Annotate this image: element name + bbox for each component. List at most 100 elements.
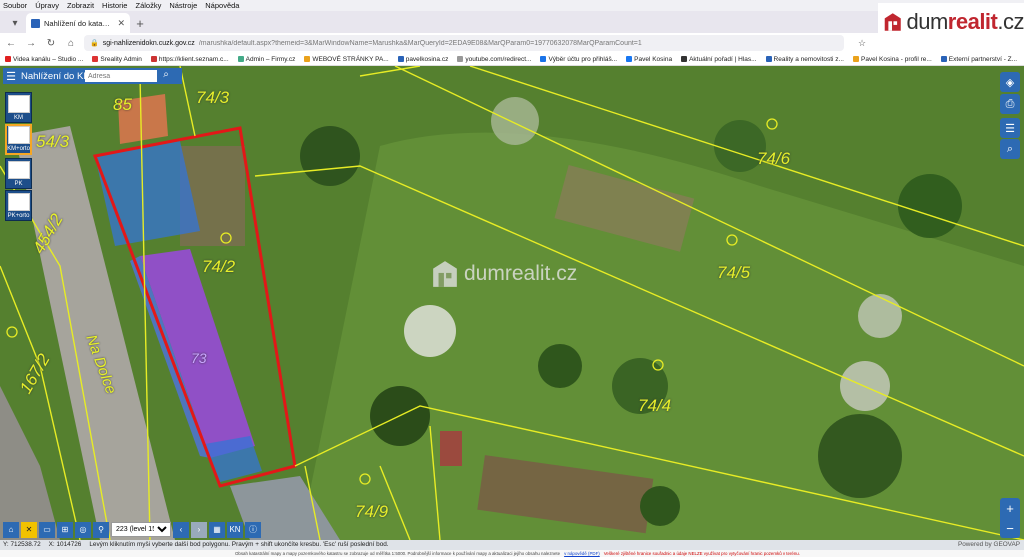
forward-icon[interactable]: → [24,36,38,50]
layer-button-km[interactable]: KM [5,92,32,123]
layer-label: KM+orto [7,146,30,152]
parcel-label[interactable]: 74/2 [202,257,235,277]
home-icon[interactable]: ⌂ [64,36,78,50]
menu-item[interactable]: Soubor [3,0,27,11]
bookmark-label: Reality a nemovitosti z... [773,55,844,63]
locate-icon[interactable]: ◎ [75,521,91,538]
bookmark-item[interactable]: Reality a nemovitosti z... [765,53,844,65]
bookmark-label: Sreality Admin [100,55,142,63]
parcel-label[interactable]: 74/9 [355,502,388,522]
footer-note: Obsah katastrální mapy a mapy pozemkovéh… [235,551,561,556]
layers-icon[interactable]: ◈ [1000,72,1020,92]
layer-button-km-orto[interactable]: KM+orto [5,124,32,155]
menu-icon[interactable]: ☰ [3,70,19,83]
bookmark-favicon-icon [304,56,311,62]
layer-button-pk[interactable]: PK [5,158,32,189]
bookmark-favicon-icon [92,56,99,62]
cuzk-favicon-icon [31,18,40,28]
bookmark-label: Pavel Kosina [634,55,673,63]
bookmark-item[interactable]: Výběr účtu pro přihláš... [540,53,617,65]
bookmark-item[interactable]: pavelkosina.cz [397,53,448,65]
bookmark-item[interactable]: Pavel Kosina - profil re... [852,53,932,65]
close-tab-icon[interactable]: ✕ [117,18,125,29]
parcel-label[interactable]: 74/6 [757,149,790,169]
bookmark-item[interactable]: Videa kanálu – Studio ... [5,53,83,65]
help-link[interactable]: v nápovědě (PDF) [564,550,600,557]
layer-label: KM [14,115,23,121]
cadastral-map[interactable]: 85 74/3 54/3 74/6 454/2 74/2 74/5 73 167/2 74/4 74… [0,66,1024,540]
menu-item[interactable]: Nástroje [169,0,197,11]
coord-y: Y: 712538.72 [3,541,41,548]
bookmark-favicon-icon [237,56,244,62]
orthophoto-svg [0,66,1024,540]
bookmark-label: Pavel Kosina - profil re... [860,55,932,63]
bookmark-favicon-icon [5,56,11,62]
tab-title: Nahlížení do katastru nemovitostí [44,18,114,28]
bookmark-item[interactable]: https://klient.seznam.c... [150,53,229,65]
bookmark-favicon-icon [397,56,404,62]
bookmark-label: Výběr účtu pro přihláš... [548,55,618,63]
bookmark-item[interactable]: Sreality Admin [92,53,142,65]
new-tab-button[interactable]: + [130,13,150,33]
bookmark-item[interactable]: Aktuální pořadí | Hlas... [681,53,757,65]
tab-list-icon[interactable]: ▾ [4,13,26,33]
bookmarks-bar: Videa kanálu – Studio ... Sreality Admin h… [0,53,1024,66]
info-icon[interactable]: ⓘ [245,521,261,538]
back-icon[interactable]: ← [4,36,18,50]
menu-item[interactable]: Úpravy [35,0,59,11]
menu-item[interactable]: Záložky [135,0,161,11]
bookmark-item[interactable]: Admin – Firmy.cz [237,53,295,65]
bookmark-item[interactable]: youtube.com/redirect... [457,53,531,65]
search-icon[interactable]: ⌕ [159,69,173,83]
watermark-text: dumrealit.cz [464,262,578,285]
layer-button-pk-orto[interactable]: PK+orto [5,190,32,221]
bookmark-star-icon[interactable]: ☆ [858,38,866,49]
select-area-icon[interactable]: ▭ [39,521,55,538]
bookmark-item[interactable]: Pavel Kosina [626,53,672,65]
menu-item[interactable]: Zobrazit [67,0,94,11]
cancel-tool-icon[interactable]: ✕ [21,521,37,538]
lock-icon: 🔒 [90,40,99,47]
zoom-level-select[interactable]: 223 (level 15) [111,522,171,537]
parcel-label[interactable]: 74/4 [638,396,671,416]
hint-text: Levým kliknutím myši vyberte další bod p… [89,541,389,548]
print-icon[interactable]: ⎙ [1000,94,1020,114]
layer-thumbnail-icon [7,161,30,179]
bookmark-favicon-icon [150,56,157,62]
layer-thumbnail-icon [7,193,30,211]
tab-active[interactable]: Nahlížení do katastru nemovitostí ✕ [26,13,130,33]
menu-bar: Soubor Úpravy Zobrazit Historie Záložky Nástr… [0,0,1024,11]
parcel-label[interactable]: 73 [191,350,207,366]
next-view-icon[interactable]: › [191,521,207,538]
bookmark-item[interactable]: Externí partnerství - Z... [940,53,1017,65]
footer-bar: Obsah katastrální mapy a mapy pozemkovéh… [0,550,1024,557]
zoom-in-icon[interactable]: + [1006,501,1014,516]
bookmark-label: Aktuální pořadí | Hlas... [689,55,757,63]
parcel-label[interactable]: 54/3 [36,132,69,152]
address-search-input[interactable] [85,70,157,82]
home-view-icon[interactable]: ⌂ [3,521,19,538]
zoom-search-icon[interactable]: ⌕ [1000,139,1020,159]
parcel-label[interactable]: 74/3 [196,88,229,108]
url-bar[interactable]: 🔒 sgi-nahlizenidokn.cuzk.gov.cz /marushk… [84,35,844,51]
prev-view-icon[interactable]: ‹ [173,521,189,538]
kn-button[interactable]: KN [227,521,243,538]
map-sheets-icon[interactable]: ▦ [209,521,225,538]
layer-thumbnail-icon [7,95,30,113]
parcel-label[interactable]: 74/5 [717,263,750,283]
nav-bar: ← → ↻ ⌂ 🔒 sgi-nahlizenidokn.cuzk.gov.cz … [0,33,1024,53]
zoom-out-icon[interactable]: − [1006,521,1014,536]
powered-by: Powered by GEOVAP [957,541,1020,548]
reload-icon[interactable]: ↻ [44,36,58,50]
legend-icon[interactable]: ☰ [1000,118,1020,138]
url-host: sgi-nahlizenidokn.cuzk.gov.cz [102,39,195,47]
marker-icon[interactable]: ⚲ [93,521,109,538]
zoom-control: + − [1000,498,1020,538]
parcel-label[interactable]: 85 [113,95,132,115]
measure-icon[interactable]: ⊞ [57,521,73,538]
bookmark-item[interactable]: WEBOVÉ STRÁNKY PA... [304,53,389,65]
tab-bar: ▾ Nahlížení do katastru nemovitostí ✕ + [0,11,1024,33]
menu-item[interactable]: Historie [102,0,127,11]
menu-item[interactable]: Nápověda [205,0,239,11]
bookmark-favicon-icon [457,56,464,62]
